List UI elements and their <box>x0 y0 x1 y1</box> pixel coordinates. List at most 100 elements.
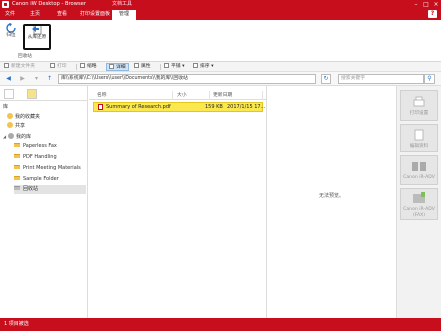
edit-document-icon <box>414 129 424 141</box>
close-icon[interactable]: × <box>431 0 441 9</box>
tree-folder[interactable]: Print Meeting Materials <box>14 164 81 173</box>
edit-document-button[interactable]: 编辑资料 <box>400 124 438 152</box>
tab-view[interactable]: 查看 <box>54 10 70 19</box>
pdf-file-icon <box>98 104 103 110</box>
toolbar: 新建文件夹 打印 缩略 详细 属性 平铺 ▾ 排序 ▾ <box>0 62 441 72</box>
file-name: Summary of Research.pdf <box>106 104 171 110</box>
search-input[interactable]: 搜索关键字 <box>338 74 424 84</box>
tile-button[interactable]: 平铺 ▾ <box>164 63 185 71</box>
folder-label: PDF Handling <box>23 154 57 160</box>
sort-button[interactable]: 排序 ▾ <box>193 63 214 71</box>
preview-pane: 无法预览。 <box>268 86 395 318</box>
column-name[interactable]: 名称 <box>95 91 173 100</box>
tree-favorites[interactable]: 我的收藏夹 <box>7 113 40 122</box>
status-bar: 1 项目被选 <box>0 318 441 331</box>
folder-icon <box>14 143 20 147</box>
output-bar: 打印设置 编辑资料 Canon iR-ADV Canon iR-ADV (FAX… <box>396 86 441 318</box>
tab-home[interactable]: 主页 <box>27 10 43 19</box>
thumbnail-label: 缩略 <box>87 64 97 69</box>
tree-my-library[interactable]: ◢ 我的库 <box>3 132 31 141</box>
context-tab-label: 文档工具 <box>112 1 133 7</box>
details-label: 详细 <box>116 65 126 70</box>
folder-label: 回收站 <box>23 186 39 192</box>
column-headers: 名称 大小 更新日期 <box>89 91 267 100</box>
maximize-icon[interactable]: □ <box>421 0 431 9</box>
highlight-box <box>23 24 51 50</box>
back-button[interactable]: 归位 <box>3 23 19 39</box>
printer-icon <box>412 162 426 171</box>
tile-label: 平铺 <box>171 64 181 69</box>
tab-manage[interactable]: 管理 <box>112 10 136 20</box>
details-icon <box>109 64 114 69</box>
back-label: 归位 <box>6 33 16 38</box>
forward-nav-icon[interactable]: ▶ <box>18 75 27 83</box>
details-view-button[interactable]: 详细 <box>106 63 129 71</box>
ribbon-tabs: 文件 主页 查看 打印设置面板 管理 ? <box>0 9 441 20</box>
folder-icon <box>14 165 20 169</box>
column-size[interactable]: 大小 <box>175 91 210 100</box>
properties-button[interactable]: 属性 <box>134 63 151 71</box>
fax-icon <box>413 192 425 203</box>
print-button[interactable]: 打印 <box>50 63 67 71</box>
search-icon[interactable]: ⚲ <box>424 74 435 84</box>
library-tree-pane: 库 我的收藏夹 共享 ◢ 我的库 Paperless Fax PDF Handli… <box>0 86 88 318</box>
history-dropdown-icon[interactable]: ▾ <box>32 75 41 83</box>
status-text: 1 项目被选 <box>4 321 29 327</box>
table-row[interactable]: Summary of Research.pdf 159 KB 2017/1/15… <box>93 102 266 112</box>
fax-label: Canon iR-ADV (FAX) <box>403 207 435 218</box>
tab-print-panel[interactable]: 打印设置面板 <box>78 10 112 19</box>
my-library-label: 我的库 <box>16 134 32 140</box>
tree-folder[interactable]: PDF Handling <box>14 153 57 162</box>
new-folder-icon <box>4 63 9 68</box>
thumbnail-view-button[interactable]: 缩略 <box>80 63 97 71</box>
printer-button[interactable]: Canon iR-ADV <box>400 155 438 185</box>
properties-icon <box>134 63 139 68</box>
file-modified: 2017/1/15 17... <box>227 104 266 110</box>
folder-label: Print Meeting Materials <box>23 165 81 171</box>
address-bar: ◀ ▶ ▾ ↑ 库\\系统库\\C:\\Users\\user\\Documen… <box>0 72 441 86</box>
my-library-icon <box>8 133 14 139</box>
toolbar-divider <box>160 64 161 70</box>
shared-label: 共享 <box>15 123 26 129</box>
column-modified[interactable]: 更新日期 <box>211 91 263 100</box>
preview-message: 无法预览。 <box>318 193 344 199</box>
tree-root-label: 库 <box>3 104 9 110</box>
favorites-icon <box>7 113 13 119</box>
tree-root[interactable]: 库 <box>3 103 8 112</box>
back-arrow-icon <box>6 23 16 33</box>
app-icon <box>2 1 9 8</box>
folder-icon <box>14 154 20 158</box>
file-size: 159 KB <box>205 104 223 110</box>
refresh-icon[interactable]: ↻ <box>321 74 331 84</box>
help-icon[interactable]: ? <box>428 10 437 18</box>
tile-icon <box>164 63 169 68</box>
folder-label: Paperless Fax <box>23 143 57 149</box>
ribbon: 归位 从库还原 回收站 <box>0 20 441 62</box>
new-folder-button[interactable]: 新建文件夹 <box>4 63 35 71</box>
tree-folder[interactable]: Paperless Fax <box>14 142 57 151</box>
minimize-icon[interactable]: – <box>411 0 421 9</box>
tab-file[interactable]: 文件 <box>2 10 18 19</box>
up-level-icon[interactable]: ↑ <box>45 75 54 83</box>
fax-button[interactable]: Canon iR-ADV (FAX) <box>400 188 438 220</box>
library-tab-icon[interactable] <box>4 89 14 99</box>
tree-folder[interactable]: Sample Folder <box>14 175 59 184</box>
back-nav-icon[interactable]: ◀ <box>4 75 13 83</box>
tree-folder-recycle[interactable]: 回收站 <box>14 185 86 194</box>
folder-label: Sample Folder <box>23 176 59 182</box>
folder-tab-icon[interactable] <box>27 89 37 99</box>
thumbnail-icon <box>80 63 85 68</box>
new-folder-label: 新建文件夹 <box>11 64 35 69</box>
folder-icon <box>14 176 20 180</box>
path-field[interactable]: 库\\系统库\\C:\\Users\\user\\Documents\\我的库\… <box>58 74 316 84</box>
shared-icon <box>7 122 13 128</box>
sort-icon <box>193 63 198 68</box>
edit-document-label: 编辑资料 <box>409 144 429 149</box>
title-bar: Canon iW Desktop - Browser 文档工具 – □ × <box>0 0 441 9</box>
tree-shared[interactable]: 共享 <box>7 122 25 131</box>
print-settings-button[interactable]: 打印设置 <box>400 90 438 121</box>
window-title: Canon iW Desktop - Browser <box>12 1 87 7</box>
print-icon <box>50 63 55 68</box>
recycle-bin-icon <box>14 186 20 190</box>
sort-label: 排序 <box>200 64 210 69</box>
